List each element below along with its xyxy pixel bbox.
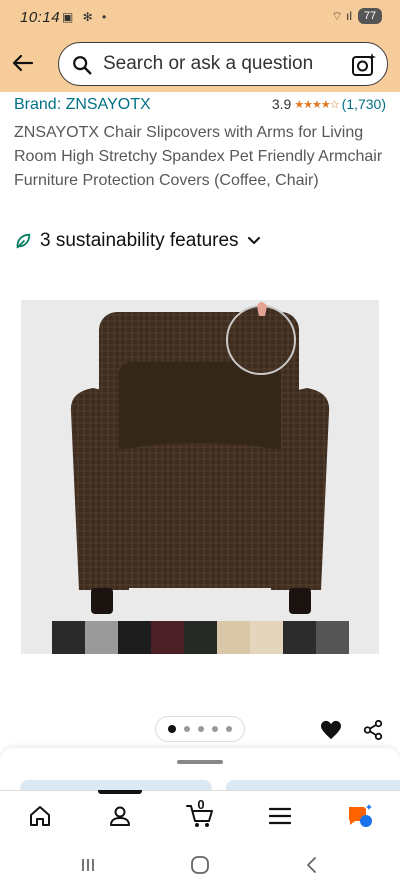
account-icon — [110, 806, 130, 826]
sustainability-features[interactable]: 3 sustainability features — [14, 230, 261, 252]
color-swatch — [52, 621, 85, 654]
recents-icon — [82, 859, 94, 871]
signal-icon: ⌔ ıl — [331, 8, 352, 23]
color-swatches — [52, 621, 349, 654]
product-title: ZNSAYOTX Chair Slipcovers with Arms for … — [14, 124, 383, 189]
pagination-dot[interactable] — [212, 726, 218, 732]
home-circle-icon — [191, 856, 209, 874]
chair-slipcover-image — [70, 302, 330, 614]
pagination-dot[interactable] — [226, 726, 232, 732]
image-pagination[interactable] — [155, 716, 245, 742]
color-swatch — [283, 621, 316, 654]
search-input[interactable] — [103, 43, 348, 85]
back-system-button[interactable] — [300, 854, 324, 876]
camera-search-icon[interactable] — [351, 52, 377, 78]
sheet-card — [226, 780, 400, 790]
rating-count[interactable]: (1,730) — [342, 96, 386, 112]
home-button[interactable] — [188, 854, 212, 876]
sheet-card — [20, 780, 212, 790]
color-swatch — [250, 621, 283, 654]
notification-icons: ▣ ✻ • — [62, 10, 110, 24]
search-icon — [73, 56, 92, 75]
nav-account[interactable] — [100, 801, 140, 831]
color-swatch — [316, 621, 349, 654]
chevron-left-icon — [307, 857, 316, 873]
drag-handle[interactable] — [177, 760, 223, 764]
status-right: ⌔ ıl 77 — [331, 8, 382, 24]
share-icon[interactable] — [362, 719, 384, 741]
product-image[interactable] — [21, 300, 379, 654]
nav-cart[interactable]: 0 — [180, 797, 220, 831]
search-bar[interactable] — [58, 42, 388, 86]
menu-icon — [269, 807, 291, 825]
cart-count: 0 — [197, 797, 205, 812]
nav-home[interactable] — [20, 801, 60, 831]
color-swatch — [151, 621, 184, 654]
rating-value: 3.9 — [271, 96, 292, 112]
rating-summary[interactable]: 3.9 ★★★★☆ (1,730) — [272, 96, 386, 112]
nav-menu[interactable] — [260, 801, 300, 831]
battery-icon: 77 — [358, 8, 382, 24]
heart-icon[interactable] — [320, 720, 342, 740]
bottom-navigation: 0 — [0, 790, 400, 840]
pagination-dot[interactable] — [168, 725, 176, 733]
app-header — [0, 34, 400, 92]
rufus-icon — [349, 804, 372, 827]
back-arrow-icon — [12, 54, 34, 72]
status-time: 10:14 — [20, 9, 61, 26]
chevron-down-icon — [247, 237, 260, 244]
nav-rufus[interactable] — [340, 801, 380, 831]
color-swatch — [184, 621, 217, 654]
home-icon — [30, 806, 50, 826]
bottom-sheet[interactable] — [0, 748, 400, 790]
status-bar: 10:14 ▣ ✻ • ⌔ ıl 77 — [0, 0, 400, 34]
system-navigation — [0, 840, 400, 889]
active-tab-indicator — [98, 790, 142, 794]
brand-link[interactable]: Brand: ZNSAYOTX — [14, 96, 151, 114]
color-swatch — [217, 621, 250, 654]
pagination-dot[interactable] — [184, 726, 190, 732]
sustainability-label: 3 sustainability features — [40, 230, 239, 251]
color-swatch — [118, 621, 151, 654]
back-button[interactable] — [8, 48, 38, 78]
recents-button[interactable] — [76, 854, 100, 876]
leaf-icon — [16, 233, 31, 249]
rating-stars-icon: ★★★★☆ — [294, 98, 339, 111]
color-swatch — [85, 621, 118, 654]
pagination-dot[interactable] — [198, 726, 204, 732]
